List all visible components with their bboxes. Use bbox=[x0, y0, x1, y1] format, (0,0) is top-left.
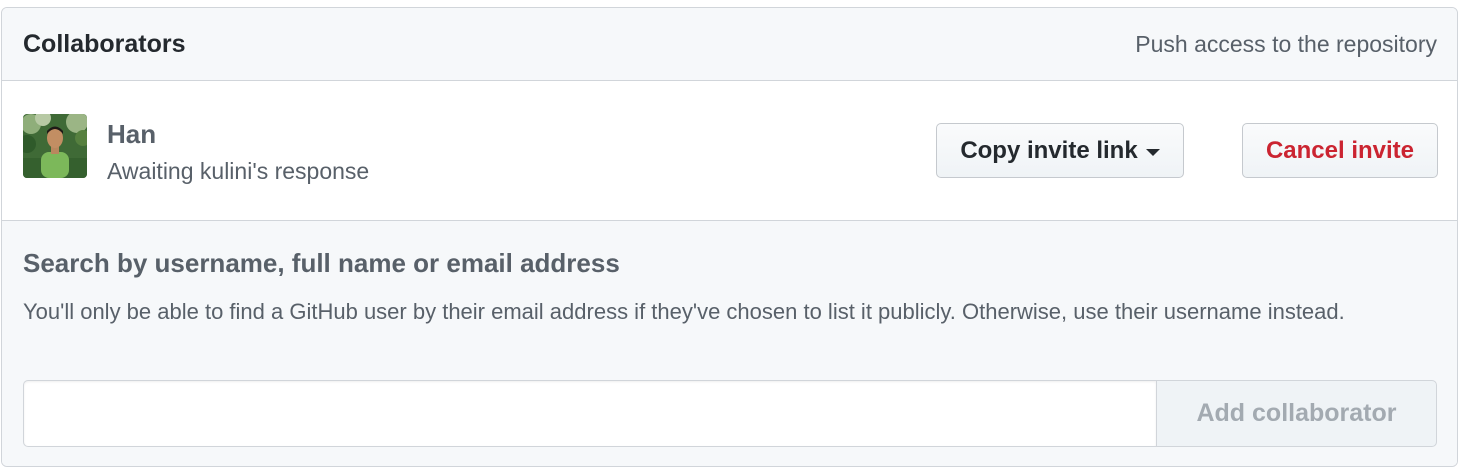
search-help-text: You'll only be able to find a GitHub use… bbox=[23, 299, 1345, 324]
add-collaborator-form: Add collaborator bbox=[23, 380, 1437, 447]
add-collaborator-section: Search by username, full name or email a… bbox=[2, 221, 1457, 466]
avatar-photo-icon bbox=[23, 114, 87, 178]
cancel-invite-button[interactable]: Cancel invite bbox=[1242, 123, 1438, 178]
collaborator-search-input[interactable] bbox=[23, 380, 1156, 447]
copy-invite-link-button[interactable]: Copy invite link bbox=[936, 123, 1184, 178]
cancel-invite-label: Cancel invite bbox=[1265, 136, 1415, 164]
panel-header: Collaborators Push access to the reposit… bbox=[2, 8, 1457, 81]
panel-title: Collaborators bbox=[23, 29, 186, 58]
pending-invite-row: Han Awaiting kulini's response Copy invi… bbox=[2, 81, 1457, 221]
invite-status: Awaiting kulini's response bbox=[107, 158, 370, 184]
add-collaborator-label: Add collaborator bbox=[1196, 399, 1397, 427]
avatar[interactable] bbox=[23, 114, 87, 178]
invitee-name[interactable]: Han bbox=[107, 119, 156, 150]
caret-down-icon bbox=[1145, 148, 1160, 156]
collaborators-panel: Collaborators Push access to the reposit… bbox=[1, 7, 1458, 467]
copy-invite-link-label: Copy invite link bbox=[960, 136, 1138, 164]
search-heading: Search by username, full name or email a… bbox=[23, 248, 620, 278]
access-note: Push access to the repository bbox=[1135, 30, 1437, 57]
add-collaborator-button[interactable]: Add collaborator bbox=[1156, 380, 1437, 447]
